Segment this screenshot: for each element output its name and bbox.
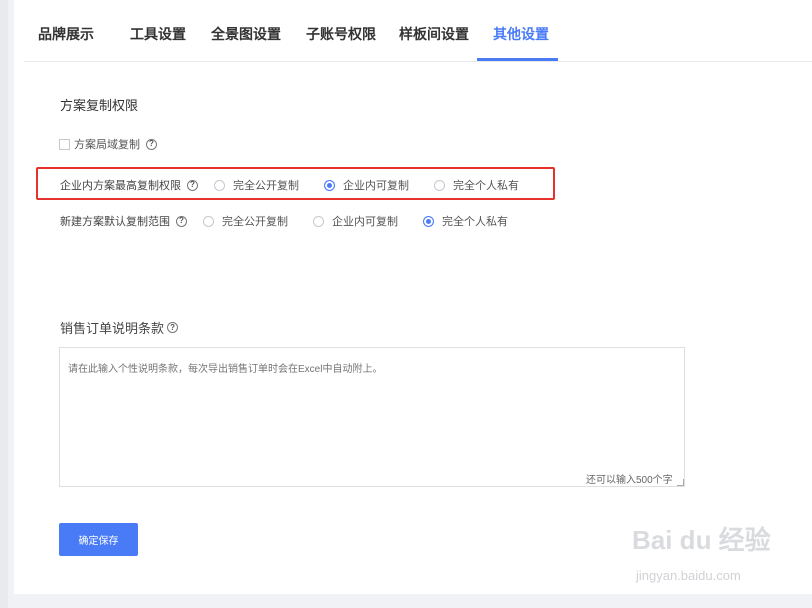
default-scope-row: 新建方案默认复制范围 ? 完全公开复制 企业内可复制 完全个人私有 — [60, 213, 508, 229]
radio-max-enterprise[interactable] — [324, 179, 335, 191]
default-scope-label: 新建方案默认复制范围 — [60, 216, 170, 228]
watermark-url: jingyan.baidu.com — [636, 568, 741, 583]
radio-default-public[interactable] — [203, 215, 214, 227]
tab-bar: 品牌展示 工具设置 全景图设置 子账号权限 样板间设置 其他设置 — [24, 0, 812, 62]
radio-label-max-private: 完全个人私有 — [453, 180, 519, 192]
radio-label-max-enterprise: 企业内可复制 — [343, 180, 409, 192]
radio-max-public[interactable] — [214, 179, 225, 191]
character-counter: 还可以输入500个字 — [586, 475, 673, 486]
help-icon[interactable]: ? — [187, 179, 198, 191]
max-permission-row: 企业内方案最高复制权限 ? 完全公开复制 企业内可复制 完全个人私有 — [60, 177, 519, 193]
tab-other-settings[interactable]: 其他设置 — [493, 24, 549, 44]
radio-label-default-enterprise: 企业内可复制 — [332, 216, 398, 228]
left-strip — [0, 0, 8, 608]
radio-default-private[interactable] — [423, 215, 434, 227]
tab-panorama-settings[interactable]: 全景图设置 — [211, 24, 281, 44]
textarea-resize-handle[interactable] — [677, 479, 684, 486]
radio-label-default-public: 完全公开复制 — [222, 216, 288, 228]
radio-label-default-private: 完全个人私有 — [442, 216, 508, 228]
sales-order-terms-textarea[interactable] — [59, 347, 685, 487]
sales-order-terms-label-row: 销售订单说明条款 ? — [60, 318, 179, 337]
help-icon[interactable]: ? — [176, 215, 187, 227]
local-copy-label: 方案局域复制 — [74, 139, 140, 151]
baidu-jingyan-watermark: Bai du 经验 jingyan.baidu.com — [632, 520, 812, 590]
save-button[interactable]: 确定保存 — [59, 523, 138, 556]
active-tab-indicator — [477, 58, 558, 61]
max-permission-label: 企业内方案最高复制权限 — [60, 180, 181, 192]
tab-subaccount-permissions[interactable]: 子账号权限 — [306, 24, 376, 44]
sales-order-terms-label: 销售订单说明条款 — [60, 321, 165, 336]
radio-label-max-public: 完全公开复制 — [233, 180, 299, 192]
local-copy-option: 方案局域复制 ? — [59, 136, 157, 152]
help-icon[interactable]: ? — [167, 322, 179, 333]
tab-showroom-settings[interactable]: 样板间设置 — [399, 24, 469, 44]
local-copy-checkbox[interactable] — [59, 138, 70, 150]
settings-card: 品牌展示 工具设置 全景图设置 子账号权限 样板间设置 其他设置 方案复制权限 … — [14, 0, 812, 594]
radio-default-enterprise[interactable] — [313, 215, 324, 227]
help-icon[interactable]: ? — [146, 138, 157, 150]
watermark-brand: Bai du 经验 — [632, 525, 771, 555]
section-title-copy-permission: 方案复制权限 — [60, 98, 139, 113]
radio-max-private[interactable] — [434, 179, 445, 191]
tab-tool-settings[interactable]: 工具设置 — [130, 24, 186, 44]
tab-brand-display[interactable]: 品牌展示 — [38, 24, 94, 44]
